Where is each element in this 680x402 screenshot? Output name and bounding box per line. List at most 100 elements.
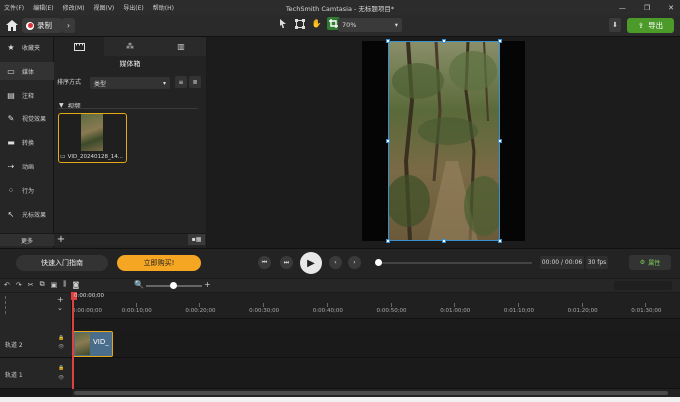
chevron-right-icon[interactable]: › bbox=[62, 18, 75, 33]
snapshot-icon[interactable]: ◙ bbox=[72, 281, 79, 289]
close-icon[interactable]: ✕ bbox=[668, 4, 674, 12]
resize-handle[interactable] bbox=[442, 239, 446, 243]
timeline-search-field[interactable] bbox=[614, 281, 672, 290]
tab-media-bin[interactable] bbox=[54, 37, 104, 56]
resize-handle[interactable] bbox=[442, 39, 446, 43]
selection-box[interactable] bbox=[386, 39, 502, 243]
paste-icon[interactable]: ▣ bbox=[51, 281, 58, 289]
sidebar-item-transitions[interactable]: ▬ 转换 bbox=[0, 133, 54, 151]
menu-export[interactable]: 导出(E) bbox=[123, 3, 143, 12]
zoom-out-icon[interactable]: 🔍 bbox=[134, 280, 144, 289]
track-2-header[interactable]: 轨道 2 🔒 👁 bbox=[0, 330, 72, 358]
clip-label: ▭ VID_20240128_14... bbox=[60, 153, 126, 160]
split-icon[interactable]: ⫼ bbox=[63, 280, 66, 289]
step-forward-icon[interactable]: ⏭ bbox=[280, 256, 293, 269]
menu-modify[interactable]: 修改(M) bbox=[63, 3, 85, 12]
scrub-handle[interactable] bbox=[375, 259, 382, 266]
library-icon: ⁂ bbox=[126, 42, 134, 51]
resize-handle[interactable] bbox=[498, 239, 502, 243]
sidebar-item-label: 动画 bbox=[22, 163, 35, 171]
sort-ascending-icon[interactable]: ≡ bbox=[175, 76, 187, 88]
resize-handle[interactable] bbox=[498, 39, 502, 43]
transition-icon: ▬ bbox=[7, 137, 15, 147]
track-1-label: 轨道 1 bbox=[5, 372, 23, 379]
ruler-tick-mark bbox=[135, 303, 137, 307]
add-icon[interactable]: + bbox=[55, 233, 67, 246]
timeline-tools: ↶ ↷ ✂ ⧉ ▣ ⫼ ◙ bbox=[4, 280, 79, 289]
properties-label: 属性 bbox=[648, 260, 661, 267]
timeline-zoom-handle[interactable] bbox=[170, 282, 177, 289]
ruler-tick-label: 0:00:20;00 bbox=[185, 308, 216, 314]
chevron-down-icon: ▾ bbox=[162, 79, 166, 87]
track-2[interactable] bbox=[72, 330, 680, 358]
timeline-clip-thumbnail bbox=[75, 333, 90, 355]
grid-view-icon[interactable]: ▪▦ bbox=[188, 234, 205, 245]
add-track-icon[interactable]: + bbox=[57, 295, 64, 304]
quick-start-guide-button[interactable]: 快速入门指南 bbox=[16, 255, 108, 271]
sort-select[interactable]: 类型 ▾ bbox=[90, 77, 170, 89]
more-button[interactable]: 更多 bbox=[0, 233, 54, 246]
cut-icon[interactable]: ✂ bbox=[28, 281, 34, 289]
timeline-scrollbar-thumb[interactable] bbox=[74, 391, 668, 395]
track-1[interactable] bbox=[72, 359, 680, 389]
bin-footer bbox=[54, 233, 206, 246]
menu-view[interactable]: 视图(V) bbox=[93, 3, 114, 12]
sidebar-item-label: 光标效果 bbox=[22, 211, 47, 219]
sidebar-item-visual-effects[interactable]: ✎ 视觉效果 bbox=[0, 109, 54, 127]
canvas-tools: ✋ bbox=[276, 17, 340, 30]
film-icon bbox=[73, 42, 85, 51]
restore-icon[interactable]: ❐ bbox=[644, 4, 650, 12]
download-icon[interactable]: ⬇ bbox=[609, 18, 621, 32]
export-button[interactable]: ⇪ 导出 bbox=[627, 18, 674, 33]
sidebar-item-behaviors[interactable]: ⁘ 行为 bbox=[0, 181, 54, 199]
properties-button[interactable]: ⚙ 属性 bbox=[629, 255, 671, 270]
minimize-icon[interactable]: — bbox=[619, 4, 626, 12]
timeline-clip-label: VID_ bbox=[93, 338, 109, 346]
pan-hand-icon[interactable]: ✋ bbox=[310, 17, 323, 30]
step-back-icon[interactable]: ⏮ bbox=[258, 256, 271, 269]
zoom-in-icon[interactable]: + bbox=[204, 280, 211, 289]
lock-icon[interactable]: 🔒 bbox=[58, 365, 64, 371]
sidebar-item-annotations[interactable]: ▤ 注释 bbox=[0, 86, 54, 104]
time-display: 00:00 / 00:06 bbox=[540, 256, 584, 269]
buy-now-button[interactable]: 立即购买! bbox=[117, 255, 201, 271]
resize-handle[interactable] bbox=[386, 239, 390, 243]
time-ruler[interactable] bbox=[72, 293, 680, 319]
track-2-label: 轨道 2 bbox=[5, 342, 23, 349]
copy-icon[interactable]: ⧉ bbox=[40, 280, 45, 289]
menu-edit[interactable]: 编辑(E) bbox=[33, 3, 53, 12]
home-icon[interactable] bbox=[4, 18, 19, 32]
sort-descending-icon[interactable]: ≣ bbox=[189, 76, 201, 88]
zoom-select[interactable]: 70% ▾ bbox=[338, 18, 402, 32]
resize-handle[interactable] bbox=[498, 139, 502, 143]
sidebar-item-label: 媒体 bbox=[22, 68, 35, 76]
eye-icon[interactable]: 👁 bbox=[58, 344, 64, 350]
menu-help[interactable]: 帮助(H) bbox=[153, 3, 174, 12]
redo-icon[interactable]: ↷ bbox=[16, 281, 22, 289]
play-icon[interactable]: ▶ bbox=[300, 252, 322, 274]
ruler-tick-label: 0:01:30;00 bbox=[631, 308, 662, 314]
next-icon[interactable]: › bbox=[348, 256, 361, 269]
tab-library[interactable]: ⁂ bbox=[105, 37, 155, 56]
playhead[interactable] bbox=[72, 293, 74, 389]
select-arrow-icon[interactable] bbox=[276, 17, 289, 30]
resize-handle[interactable] bbox=[386, 139, 390, 143]
export-label: 导出 bbox=[648, 21, 664, 30]
undo-icon[interactable]: ↶ bbox=[4, 281, 10, 289]
track-expand-handle[interactable] bbox=[5, 296, 9, 314]
sidebar-item-media[interactable]: ▭ 媒体 bbox=[0, 62, 54, 80]
tab-stock[interactable]: ▥ bbox=[156, 37, 206, 56]
record-button[interactable]: 录制 bbox=[22, 18, 62, 33]
sidebar-item-animations[interactable]: ⇢ 动画 bbox=[0, 157, 54, 175]
edit-nodes-icon[interactable] bbox=[293, 17, 306, 30]
resize-handle[interactable] bbox=[386, 39, 390, 43]
sidebar-item-favorites[interactable]: ★ 收藏夹 bbox=[0, 38, 54, 56]
previous-icon[interactable]: ‹ bbox=[329, 256, 342, 269]
eye-icon[interactable]: 👁 bbox=[58, 375, 64, 381]
menu-file[interactable]: 文件(F) bbox=[4, 3, 24, 12]
lock-icon[interactable]: 🔒 bbox=[58, 335, 64, 341]
sidebar-item-cursor-effects[interactable]: ↖ 光标效果 bbox=[0, 205, 54, 223]
scrub-bar[interactable] bbox=[378, 262, 532, 264]
track-1-header[interactable]: 轨道 1 🔒 👁 bbox=[0, 359, 72, 389]
collapse-icon[interactable]: ⌄ bbox=[57, 304, 63, 312]
